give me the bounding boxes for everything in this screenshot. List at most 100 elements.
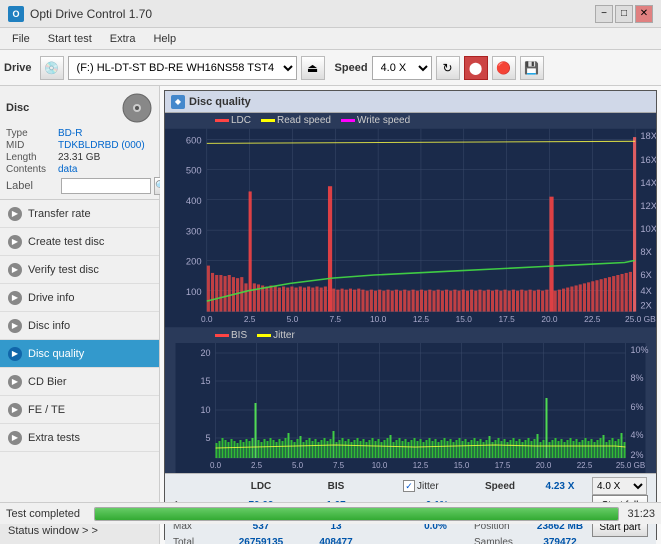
sidebar: Disc Type BD-R MID TDKBLDRBD (000) Lengt… bbox=[0, 86, 160, 544]
sidebar-item-transfer-rate[interactable]: ▶ Transfer rate bbox=[0, 200, 159, 228]
svg-text:2.5: 2.5 bbox=[244, 314, 256, 324]
total-bis: 408477 bbox=[301, 537, 371, 544]
svg-text:15.0: 15.0 bbox=[454, 461, 470, 470]
read-speed-color bbox=[261, 119, 275, 122]
jitter-label: Jitter bbox=[417, 481, 439, 492]
samples-value: 379472 bbox=[530, 537, 590, 544]
legend-read-speed: Read speed bbox=[261, 115, 331, 126]
svg-text:7.5: 7.5 bbox=[329, 314, 341, 324]
drive-select[interactable]: (F:) HL-DT-ST BD-RE WH16NS58 TST4 bbox=[68, 56, 297, 80]
window-controls[interactable]: − □ ✕ bbox=[595, 5, 653, 23]
lower-chart-svg: 20 15 10 5 10% 8% 6% 4% 2% 0.0 2.5 5.0 7… bbox=[165, 343, 656, 473]
mid-key: MID bbox=[6, 140, 58, 151]
transfer-rate-icon: ▶ bbox=[8, 207, 22, 221]
speed-label: Speed bbox=[335, 62, 368, 74]
svg-text:4X: 4X bbox=[640, 285, 652, 296]
extra-tests-icon: ▶ bbox=[8, 431, 22, 445]
total-ldc: 26759135 bbox=[221, 537, 301, 544]
drive-icon-button[interactable]: 💿 bbox=[40, 56, 64, 80]
samples-label: Samples bbox=[470, 537, 530, 544]
sidebar-item-drive-info[interactable]: ▶ Drive info bbox=[0, 284, 159, 312]
legend-jitter: Jitter bbox=[257, 330, 295, 341]
bis-header: BIS bbox=[301, 477, 371, 495]
svg-text:18X: 18X bbox=[640, 130, 656, 141]
svg-text:12X: 12X bbox=[640, 200, 656, 211]
disc-icon bbox=[121, 92, 153, 124]
sidebar-item-disc-quality[interactable]: ▶ Disc quality bbox=[0, 340, 159, 368]
title-bar: O Opti Drive Control 1.70 − □ ✕ bbox=[0, 0, 661, 28]
svg-text:17.5: 17.5 bbox=[498, 314, 515, 324]
save-button[interactable]: 💾 bbox=[520, 56, 544, 80]
svg-text:5.0: 5.0 bbox=[287, 314, 299, 324]
svg-text:600: 600 bbox=[186, 134, 202, 145]
svg-text:7.5: 7.5 bbox=[333, 461, 345, 470]
close-button[interactable]: ✕ bbox=[635, 5, 653, 23]
label-input[interactable] bbox=[61, 178, 151, 194]
sidebar-item-disc-info[interactable]: ▶ Disc info bbox=[0, 312, 159, 340]
svg-text:20.0: 20.0 bbox=[541, 314, 558, 324]
sidebar-item-verify-test-disc[interactable]: ▶ Verify test disc bbox=[0, 256, 159, 284]
create-test-disc-icon: ▶ bbox=[8, 235, 22, 249]
svg-text:8X: 8X bbox=[640, 246, 652, 257]
label-key: Label bbox=[6, 180, 58, 192]
ldc-color bbox=[215, 119, 229, 122]
disc-quality-panel: ◆ Disc quality LDC Read speed Write spee… bbox=[164, 90, 657, 540]
upper-chart-svg: 600 500 400 300 200 100 18X 16X 14X 12X … bbox=[165, 128, 656, 328]
drive-info-icon: ▶ bbox=[8, 291, 22, 305]
jitter-color bbox=[257, 334, 271, 337]
upper-chart-legend: LDC Read speed Write speed bbox=[165, 113, 656, 128]
sidebar-item-cd-bier[interactable]: ▶ CD Bier bbox=[0, 368, 159, 396]
sidebar-item-extra-tests[interactable]: ▶ Extra tests bbox=[0, 424, 159, 452]
jitter-checkbox-row: ✓ Jitter bbox=[403, 480, 468, 492]
svg-text:2X: 2X bbox=[640, 299, 652, 310]
svg-text:17.5: 17.5 bbox=[495, 461, 511, 470]
settings-button1[interactable]: ⬤ bbox=[464, 56, 488, 80]
bis-color bbox=[215, 334, 229, 337]
menu-help[interactable]: Help bbox=[145, 31, 184, 47]
upper-chart: 600 500 400 300 200 100 18X 16X 14X 12X … bbox=[165, 128, 656, 328]
svg-text:500: 500 bbox=[186, 165, 202, 176]
svg-text:22.5: 22.5 bbox=[584, 314, 601, 324]
sidebar-item-create-test-disc[interactable]: ▶ Create test disc bbox=[0, 228, 159, 256]
disc-panel-title: Disc bbox=[6, 102, 29, 114]
mid-value: TDKBLDRBD (000) bbox=[58, 140, 145, 151]
svg-text:4%: 4% bbox=[631, 430, 644, 440]
svg-text:25.0 GB: 25.0 GB bbox=[625, 314, 656, 324]
svg-text:10.0: 10.0 bbox=[370, 314, 387, 324]
main-layout: Disc Type BD-R MID TDKBLDRBD (000) Lengt… bbox=[0, 86, 661, 544]
svg-text:2.5: 2.5 bbox=[251, 461, 263, 470]
sidebar-item-fe-te[interactable]: ▶ FE / TE bbox=[0, 396, 159, 424]
minimize-button[interactable]: − bbox=[595, 5, 613, 23]
settings-button2[interactable]: 🔴 bbox=[492, 56, 516, 80]
refresh-button[interactable]: ↻ bbox=[436, 56, 460, 80]
menu-extra[interactable]: Extra bbox=[102, 31, 144, 47]
svg-text:14X: 14X bbox=[640, 177, 656, 188]
disc-quality-icon: ▶ bbox=[8, 347, 22, 361]
svg-text:20: 20 bbox=[200, 348, 210, 358]
svg-text:25.0 GB: 25.0 GB bbox=[616, 461, 645, 470]
svg-text:2%: 2% bbox=[631, 450, 644, 460]
sidebar-menu: ▶ Transfer rate ▶ Create test disc ▶ Ver… bbox=[0, 200, 159, 516]
dq-title-icon: ◆ bbox=[171, 95, 185, 109]
verify-test-disc-icon: ▶ bbox=[8, 263, 22, 277]
menu-file[interactable]: File bbox=[4, 31, 38, 47]
speed-header: Speed bbox=[470, 477, 530, 495]
jitter-checkbox[interactable]: ✓ bbox=[403, 480, 415, 492]
svg-text:100: 100 bbox=[186, 286, 202, 297]
cd-bier-icon: ▶ bbox=[8, 375, 22, 389]
toolbar: Drive 💿 (F:) HL-DT-ST BD-RE WH16NS58 TST… bbox=[0, 50, 661, 86]
svg-text:6X: 6X bbox=[640, 269, 652, 280]
write-speed-color bbox=[341, 119, 355, 122]
eject-button[interactable]: ⏏ bbox=[301, 56, 325, 80]
lower-chart: 20 15 10 5 10% 8% 6% 4% 2% 0.0 2.5 5.0 7… bbox=[165, 343, 656, 473]
speed-select[interactable]: 1.0 X2.0 X4.0 X6.0 X8.0 X bbox=[372, 56, 432, 80]
maximize-button[interactable]: □ bbox=[615, 5, 633, 23]
disc-info-icon: ▶ bbox=[8, 319, 22, 333]
menu-start-test[interactable]: Start test bbox=[40, 31, 100, 47]
legend-write-speed: Write speed bbox=[341, 115, 410, 126]
progress-bar-container bbox=[94, 507, 619, 521]
dq-title-bar: ◆ Disc quality bbox=[165, 91, 656, 113]
speed-dropdown[interactable]: 4.0 X bbox=[592, 477, 647, 495]
progress-bar-fill bbox=[95, 508, 618, 520]
contents-value: data bbox=[58, 164, 77, 175]
